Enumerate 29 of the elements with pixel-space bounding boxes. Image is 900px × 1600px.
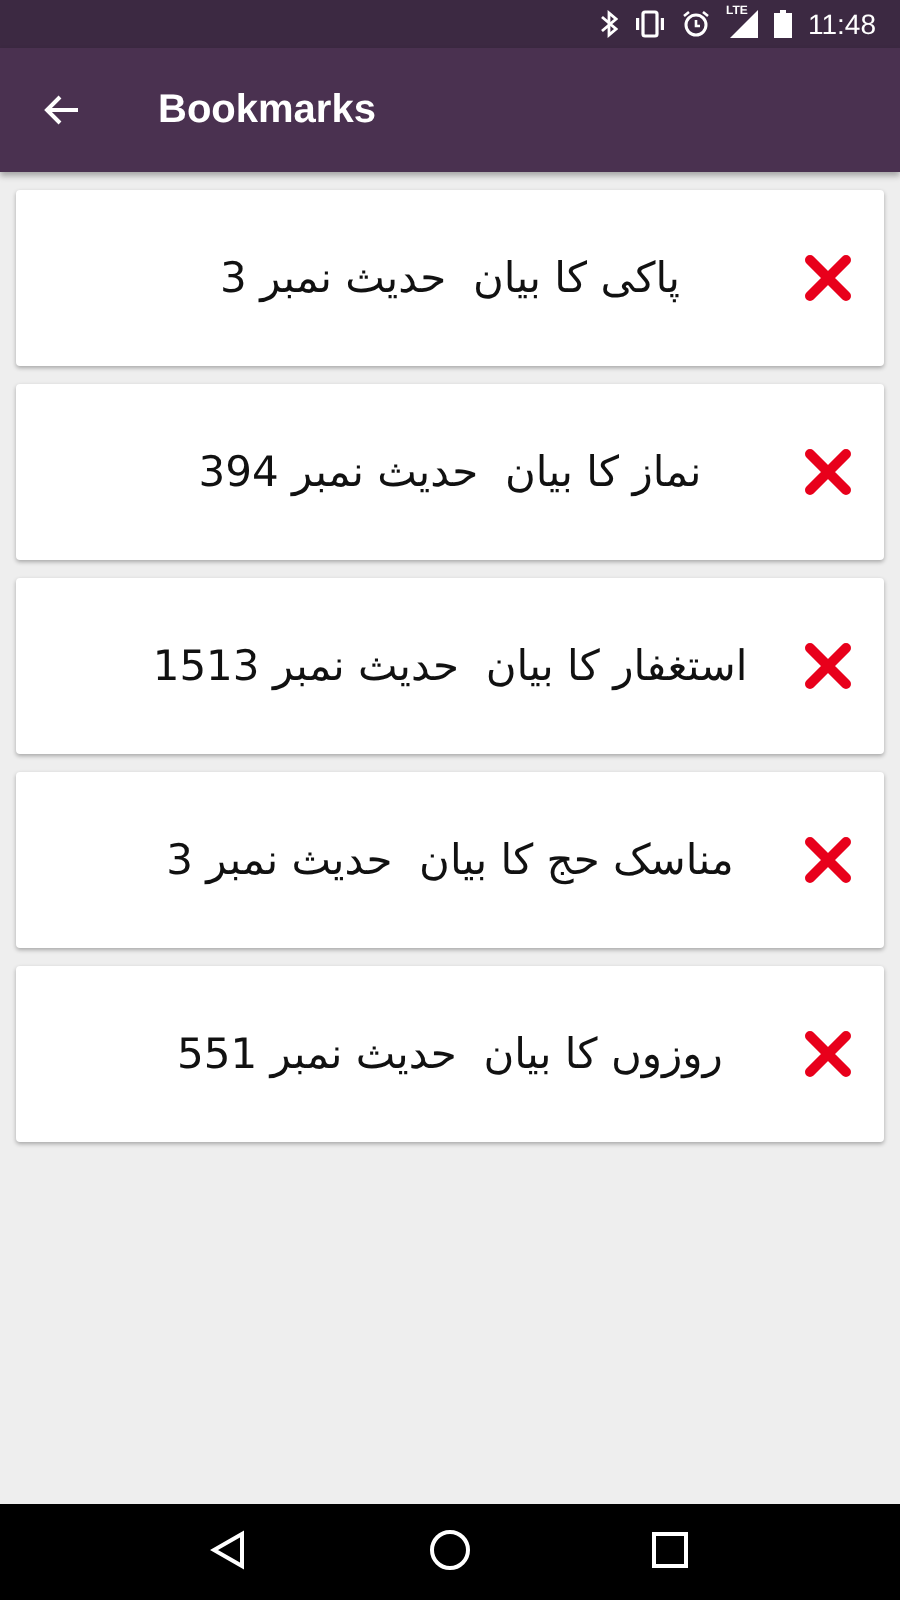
close-icon xyxy=(804,642,852,690)
clock-time: 11:48 xyxy=(808,8,876,40)
delete-button[interactable] xyxy=(804,254,852,302)
bookmark-card[interactable]: مناسک حج کا بیان حدیث نمبر 3 xyxy=(16,772,884,948)
bookmark-title: پاکی کا بیان حدیث نمبر 3 xyxy=(218,254,682,302)
bookmark-card[interactable]: پاکی کا بیان حدیث نمبر 3 xyxy=(16,190,884,366)
bookmark-card[interactable]: نماز کا بیان حدیث نمبر 394 xyxy=(16,384,884,560)
delete-button[interactable] xyxy=(804,448,852,496)
close-icon xyxy=(804,254,852,302)
delete-button[interactable] xyxy=(804,642,852,690)
bookmark-title: مناسک حج کا بیان حدیث نمبر 3 xyxy=(164,836,736,884)
close-icon xyxy=(804,1030,852,1078)
bookmark-title: روزوں کا بیان حدیث نمبر 551 xyxy=(175,1030,725,1078)
bookmark-title: نماز کا بیان حدیث نمبر 394 xyxy=(196,448,704,496)
close-icon xyxy=(804,836,852,884)
bluetooth-icon xyxy=(600,10,618,38)
vibrate-icon xyxy=(634,10,666,38)
bookmark-title: استغفار کا بیان حدیث نمبر 1513 xyxy=(150,642,750,690)
screen-title: Bookmarks xyxy=(158,87,376,133)
signal-icon xyxy=(726,10,758,38)
home-nav-button[interactable] xyxy=(426,1528,474,1576)
close-icon xyxy=(804,448,852,496)
bookmark-card[interactable]: روزوں کا بیان حدیث نمبر 551 xyxy=(16,966,884,1142)
battery-icon xyxy=(774,10,792,38)
delete-button[interactable] xyxy=(804,1030,852,1078)
alarm-icon xyxy=(682,10,710,38)
bookmark-card[interactable]: استغفار کا بیان حدیث نمبر 1513 xyxy=(16,578,884,754)
delete-button[interactable] xyxy=(804,836,852,884)
back-arrow-icon xyxy=(44,94,80,126)
